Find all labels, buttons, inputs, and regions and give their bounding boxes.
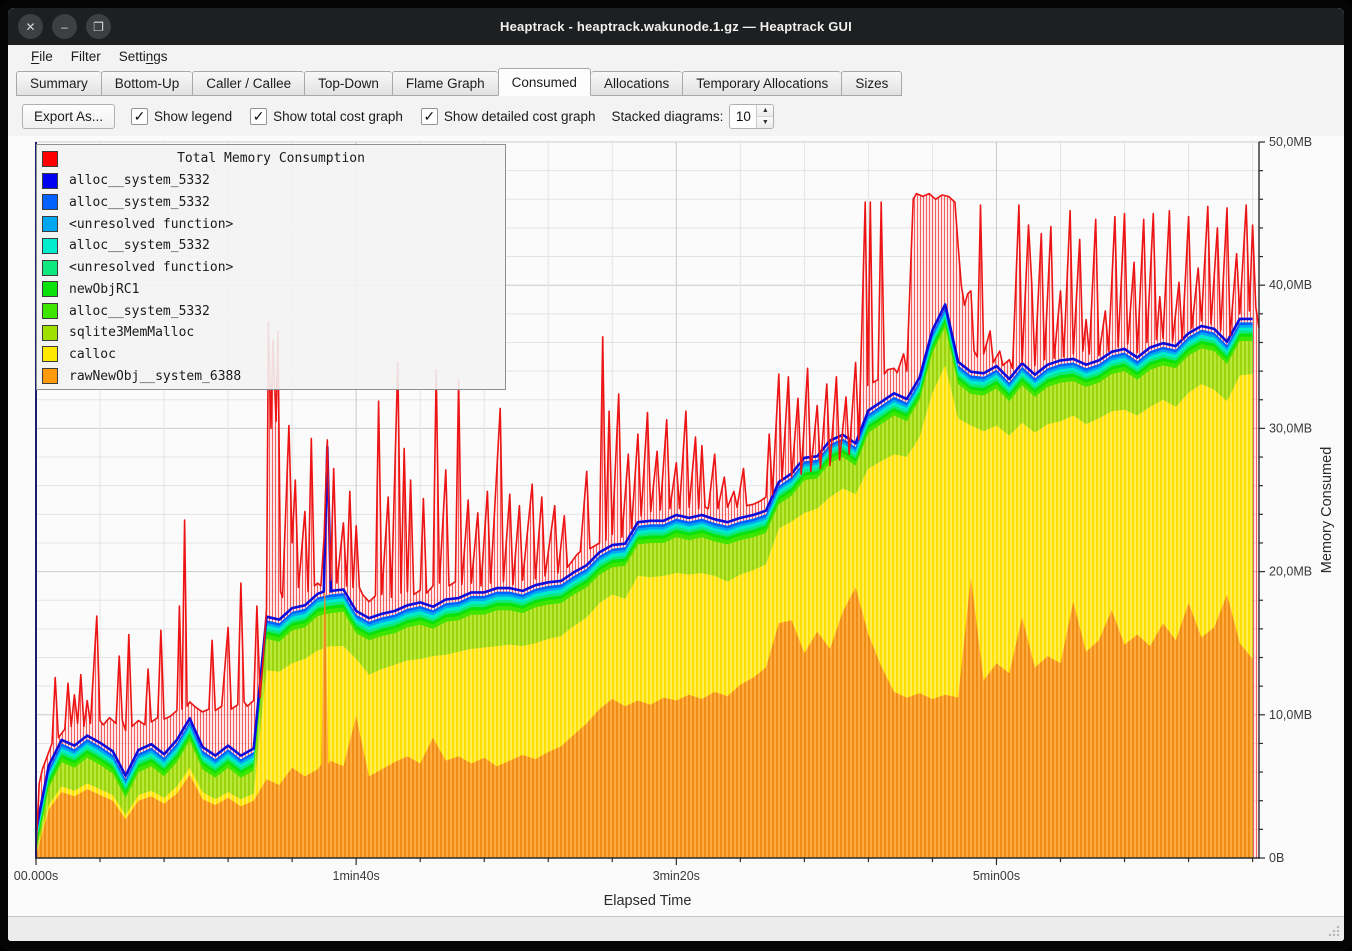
legend-label: rawNewObj__system_6388	[69, 369, 241, 384]
checkbox-label: Show detailed cost graph	[444, 109, 596, 124]
tab-top-down[interactable]: Top-Down	[304, 71, 392, 96]
legend-item: newObjRC1	[37, 278, 505, 300]
legend-item: alloc__system_5332	[37, 235, 505, 257]
y-axis-title: Memory Consumed	[1317, 495, 1337, 525]
stacked-diagrams-value[interactable]: 10	[730, 105, 756, 128]
stacked-diagrams-label: Stacked diagrams:	[612, 109, 724, 124]
legend-swatch-icon	[42, 346, 58, 362]
window-title: Heaptrack - heaptrack.wakunode.1.gz — He…	[500, 19, 852, 34]
status-bar	[8, 916, 1344, 941]
x-tick-label: 5min00s	[973, 869, 1020, 883]
legend-swatch-icon	[42, 238, 58, 254]
toolbar: Export As... ✓ Show legend ✓ Show total cos…	[8, 96, 1344, 136]
legend-label: calloc	[69, 347, 116, 362]
checkbox-label: Show legend	[154, 109, 232, 124]
legend-swatch-icon	[42, 216, 58, 232]
legend-swatch-icon	[42, 260, 58, 276]
y-tick-label: 0B	[1269, 851, 1284, 865]
x-tick-label: 00.000s	[14, 869, 58, 883]
spinner-buttons: ▲ ▼	[756, 105, 773, 128]
maximize-icon: ❐	[93, 21, 104, 33]
legend-swatch-icon	[42, 368, 58, 384]
checkmark-icon: ✓	[250, 108, 267, 125]
legend-item: rawNewObj__system_6388	[37, 365, 505, 387]
tab-summary[interactable]: Summary	[16, 71, 101, 96]
spin-down-icon[interactable]: ▼	[757, 116, 773, 128]
window-controls: ✕ – ❐	[18, 14, 111, 39]
menu-file[interactable]: File	[22, 47, 62, 66]
x-axis-title: Elapsed Time	[36, 893, 1259, 909]
checkmark-icon: ✓	[421, 108, 438, 125]
window-frame: ✕ – ❐ Heaptrack - heaptrack.wakunode.1.gz …	[8, 8, 1344, 941]
legend-label: Total Memory Consumption	[37, 151, 505, 166]
minimize-button[interactable]: –	[52, 14, 77, 39]
checkbox-label: Show total cost graph	[273, 109, 403, 124]
close-icon: ✕	[25, 21, 35, 33]
x-tick-label: 1min40s	[333, 869, 380, 883]
legend-label: <unresolved function>	[69, 260, 233, 275]
legend-title-row: Total Memory Consumption	[37, 148, 505, 170]
tab-bottom-up[interactable]: Bottom-Up	[101, 71, 193, 96]
chart-legend: Total Memory Consumption alloc__system_53…	[36, 144, 506, 390]
y-tick-label: 40,0MB	[1269, 278, 1312, 292]
application-window: ✕ – ❐ Heaptrack - heaptrack.wakunode.1.gz …	[0, 0, 1352, 951]
legend-label: alloc__system_5332	[69, 195, 210, 210]
title-bar[interactable]: ✕ – ❐ Heaptrack - heaptrack.wakunode.1.gz …	[8, 8, 1344, 45]
tab-flame-graph[interactable]: Flame Graph	[392, 71, 498, 96]
legend-swatch-icon	[42, 173, 58, 189]
tab-consumed[interactable]: Consumed	[498, 68, 591, 96]
y-tick-label: 30,0MB	[1269, 421, 1312, 435]
y-tick-label: 20,0MB	[1269, 565, 1312, 579]
toolbar-checkboxes: ✓ Show legend ✓ Show total cost graph ✓ Show …	[131, 108, 596, 125]
legend-label: newObjRC1	[69, 282, 139, 297]
maximize-button[interactable]: ❐	[86, 14, 111, 39]
legend-label: sqlite3MemMalloc	[69, 325, 194, 340]
legend-swatch-icon	[42, 303, 58, 319]
tab-caller-callee[interactable]: Caller / Callee	[192, 71, 304, 96]
legend-label: alloc__system_5332	[69, 238, 210, 253]
legend-label: alloc__system_5332	[69, 173, 210, 188]
menu-settings[interactable]: Settings	[110, 47, 177, 66]
minimize-icon: –	[61, 21, 68, 33]
legend-item: alloc__system_5332	[37, 191, 505, 213]
y-tick-label: 50,0MB	[1269, 136, 1312, 149]
legend-label: <unresolved function>	[69, 217, 233, 232]
checkbox-show-legend[interactable]: ✓ Show legend	[131, 108, 232, 125]
legend-item: calloc	[37, 344, 505, 366]
close-button[interactable]: ✕	[18, 14, 43, 39]
legend-label: alloc__system_5332	[69, 304, 210, 319]
menu-filter[interactable]: Filter	[62, 47, 110, 66]
y-tick-label: 10,0MB	[1269, 708, 1312, 722]
legend-swatch-icon	[42, 194, 58, 210]
spin-up-icon[interactable]: ▲	[757, 105, 773, 116]
legend-swatch-icon	[42, 325, 58, 341]
checkmark-icon: ✓	[131, 108, 148, 125]
x-tick-label: 3min20s	[653, 869, 700, 883]
tab-allocations[interactable]: Allocations	[591, 71, 682, 96]
tab-temporary-allocations[interactable]: Temporary Allocations	[682, 71, 841, 96]
legend-item: <unresolved function>	[37, 213, 505, 235]
legend-item: alloc__system_5332	[37, 170, 505, 192]
checkbox-show-detailed-cost-graph[interactable]: ✓ Show detailed cost graph	[421, 108, 596, 125]
legend-item: alloc__system_5332	[37, 300, 505, 322]
stacked-diagrams-spinner[interactable]: 10 ▲ ▼	[729, 104, 774, 129]
tab-sizes[interactable]: Sizes	[841, 71, 902, 96]
memory-consumption-chart: 00.000s 1min40s 3min20s 5min00s 0B 10,0MB 20,0…	[8, 136, 1344, 916]
tab-bar: SummaryBottom-UpCaller / CalleeTop-DownF…	[8, 68, 1344, 96]
resize-grip-icon[interactable]	[1328, 925, 1340, 937]
menu-bar: FileFilterSettings	[8, 45, 1344, 68]
legend-item: <unresolved function>	[37, 257, 505, 279]
legend-swatch-icon	[42, 281, 58, 297]
checkbox-show-total-cost-graph[interactable]: ✓ Show total cost graph	[250, 108, 403, 125]
legend-item: sqlite3MemMalloc	[37, 322, 505, 344]
export-as-button[interactable]: Export As...	[22, 104, 115, 129]
